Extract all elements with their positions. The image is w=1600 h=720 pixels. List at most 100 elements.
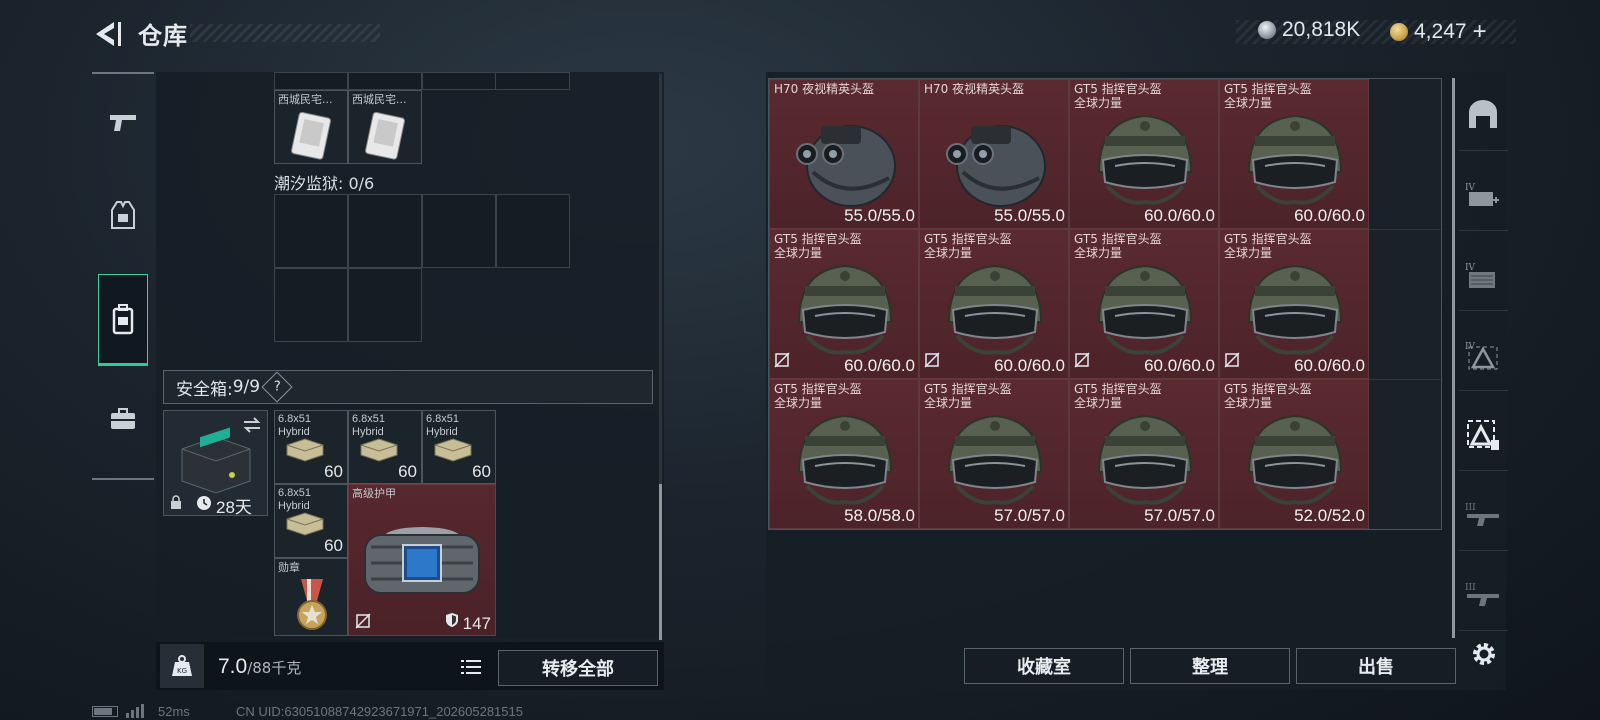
partial-slot	[496, 72, 570, 90]
safe-box-icon	[181, 427, 251, 494]
partial-slot[interactable]	[274, 72, 348, 90]
empty-slot[interactable]	[274, 268, 348, 342]
gt5-helmet-icon	[797, 414, 893, 505]
helmet-durability: 60.0/60.0	[994, 356, 1065, 375]
pistol-icon	[110, 115, 136, 131]
ammo-label: 6.8x51 Hybrid	[278, 487, 312, 512]
helmet-durability: 57.0/57.0	[1144, 506, 1215, 525]
empty-slot[interactable]	[422, 194, 496, 268]
briefcase-icon	[111, 408, 135, 429]
helmet-name: GT5 指挥官头盔 全球力量	[1224, 382, 1312, 410]
helmet-name: H70 夜视精英头盔	[924, 82, 1025, 96]
svg-text:KG: KG	[177, 667, 187, 675]
filter-rifle[interactable]: III	[1458, 480, 1508, 551]
currency-silver-value: 20,818K	[1282, 18, 1361, 41]
keycard-icon	[365, 111, 405, 160]
transfer-all-button[interactable]: 转移全部	[498, 650, 658, 686]
list-view-button[interactable]	[456, 652, 486, 682]
keycard-slot[interactable]: 西城民宅...	[274, 90, 348, 164]
no-trade-icon	[355, 613, 371, 629]
keycard-slot[interactable]: 西城民宅...	[348, 90, 422, 164]
helmet-item[interactable]: GT5 指挥官头盔 全球力量 60.0/60.0	[1069, 229, 1219, 379]
collection-room-button[interactable]: 收藏室	[964, 648, 1124, 684]
helmet-item[interactable]: GT5 指挥官头盔 全球力量 52.0/52.0	[1219, 379, 1369, 529]
empty-slot[interactable]	[274, 194, 348, 268]
gt5-helmet-icon	[1247, 264, 1343, 355]
helmet-item[interactable]: H70 夜视精英头盔 55.0/55.0	[919, 79, 1069, 229]
filter-rifle-2[interactable]: III	[1458, 560, 1508, 631]
help-button[interactable]: ?	[261, 371, 293, 403]
armor-slot[interactable]: 高级护甲 147	[348, 484, 496, 636]
no-trade-badge	[924, 352, 940, 373]
safehouse-icon	[1469, 100, 1497, 128]
helmet-item[interactable]: GT5 指挥官头盔 全球力量 60.0/60.0	[919, 229, 1069, 379]
weight-current: 7.0	[218, 655, 248, 678]
no-trade-badge	[1224, 352, 1240, 373]
svg-text:IV: IV	[1465, 263, 1476, 273]
filter-helmet[interactable]	[1458, 400, 1508, 471]
sell-button[interactable]: 出售	[1296, 648, 1456, 684]
empty-slot[interactable]	[496, 194, 570, 268]
safe-box-container[interactable]: 28天	[163, 410, 268, 517]
nav-backpack[interactable]	[98, 274, 148, 366]
helmet-item[interactable]: H70 夜视精英头盔 55.0/55.0	[769, 79, 919, 229]
filter-medkit[interactable]: IV	[1458, 160, 1508, 231]
no-trade-icon	[774, 352, 790, 368]
gold-coin-icon	[1390, 23, 1408, 41]
lock-icon	[171, 495, 181, 509]
helmet-item[interactable]: GT5 指挥官头盔 全球力量 57.0/57.0	[1069, 379, 1219, 529]
container-tier4-icon: IV	[1465, 263, 1495, 288]
empty-slot[interactable]	[348, 268, 422, 342]
helmet-item[interactable]: GT5 指挥官头盔 全球力量 60.0/60.0	[769, 229, 919, 379]
filter-safehouse[interactable]	[1458, 80, 1508, 151]
helmet-name: GT5 指挥官头盔 全球力量	[1074, 232, 1162, 260]
helmet-item[interactable]: GT5 指挥官头盔 全球力量 58.0/58.0	[769, 379, 919, 529]
category-nav	[92, 72, 154, 480]
nav-armor[interactable]	[92, 170, 154, 260]
helmet-name: H70 夜视精英头盔	[774, 82, 875, 96]
rifle-tier3b-icon: III	[1465, 583, 1499, 606]
stash-scrollbar[interactable]	[1452, 78, 1455, 638]
night-vision-helmet-icon	[946, 125, 1046, 207]
back-button[interactable]	[90, 16, 126, 52]
helmet-item[interactable]: GT5 指挥官头盔 全球力量 60.0/60.0	[1219, 79, 1369, 229]
helmet-name: GT5 指挥官头盔 全球力量	[1074, 82, 1162, 110]
no-trade-icon	[924, 352, 940, 368]
empty-slot[interactable]	[348, 194, 422, 268]
helmet-durability: 55.0/55.0	[844, 206, 915, 225]
no-trade-icon	[1224, 352, 1240, 368]
helmet-item[interactable]: GT5 指挥官头盔 全球力量 60.0/60.0	[1219, 229, 1369, 379]
swap-icon[interactable]	[242, 417, 262, 433]
helmet-item[interactable]: GT5 指挥官头盔 全球力量 60.0/60.0	[1069, 79, 1219, 229]
ammo-slot[interactable]: 6.8x51 Hybrid 60	[348, 410, 422, 484]
helmet-name: GT5 指挥官头盔 全球力量	[1224, 82, 1312, 110]
helmet-durability: 58.0/58.0	[844, 506, 915, 525]
back-arrow-icon	[96, 22, 121, 46]
filter-container[interactable]: IV	[1458, 240, 1508, 311]
inventory-scrollbar-thumb[interactable]	[659, 484, 662, 640]
armor-label: 高级护甲	[352, 487, 396, 500]
armor-tier4-icon: IV	[1465, 342, 1498, 370]
ammo-slot[interactable]: 6.8x51 Hybrid 60	[422, 410, 496, 484]
nav-briefcase[interactable]	[92, 374, 154, 464]
safe-box-count: 9/9	[232, 377, 261, 397]
partial-slot[interactable]	[422, 72, 496, 90]
filter-armor[interactable]: IV	[1458, 320, 1508, 391]
gt5-helmet-icon	[797, 264, 893, 355]
ammo-qty: 60	[398, 462, 417, 481]
currency-gold[interactable]: 4,247 +	[1390, 18, 1487, 46]
gt5-helmet-icon	[1247, 114, 1343, 205]
helmet-item[interactable]: GT5 指挥官头盔 全球力量 57.0/57.0	[919, 379, 1069, 529]
sort-button[interactable]: 整理	[1130, 648, 1290, 684]
add-currency-button[interactable]: +	[1473, 18, 1487, 46]
ammo-slot[interactable]: 6.8x51 Hybrid 60	[274, 410, 348, 484]
ammo-box-icon	[360, 438, 398, 462]
ammo-slot[interactable]: 6.8x51 Hybrid 60	[274, 484, 348, 558]
no-trade-badge	[1074, 352, 1090, 373]
ping-text: 52ms	[158, 704, 190, 719]
medal-slot[interactable]: 勋章	[274, 558, 348, 636]
settings-button[interactable]	[1466, 636, 1502, 672]
helmet-durability: 60.0/60.0	[1144, 206, 1215, 225]
partial-slot[interactable]	[348, 72, 422, 90]
nav-weapons[interactable]	[92, 78, 154, 168]
